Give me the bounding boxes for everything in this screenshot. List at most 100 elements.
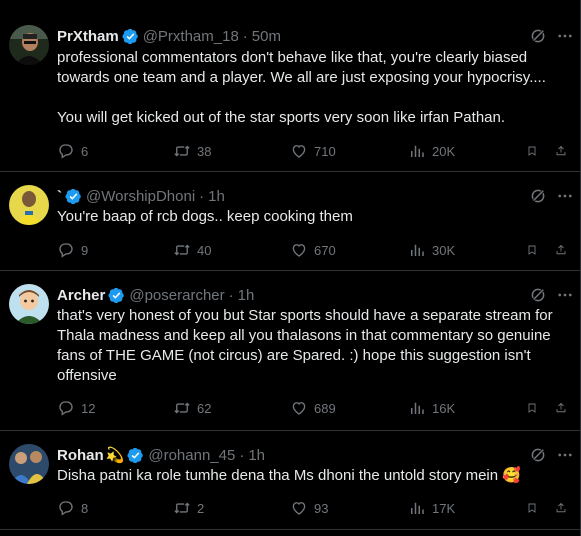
repost-count: 38 [197, 143, 212, 159]
share-button[interactable] [555, 240, 573, 260]
view-count: 17K [432, 500, 456, 516]
reply-count: 6 [81, 143, 89, 159]
action-bar: 12 62 689 16K [57, 398, 577, 418]
more-icon[interactable] [556, 27, 574, 45]
action-bar: 9 40 670 30K [57, 240, 577, 260]
views-button[interactable]: 20K [408, 141, 455, 161]
repost-button[interactable]: 2 [173, 498, 204, 518]
repost-button[interactable]: 38 [173, 141, 211, 161]
like-icon [290, 142, 308, 160]
grok-icon[interactable] [529, 187, 547, 205]
reply-icon [57, 499, 75, 517]
tweet-text: professional commentators don't behave l… [57, 49, 546, 126]
like-icon [290, 241, 308, 259]
reply-button[interactable]: 9 [57, 240, 88, 260]
view-count: 30K [432, 242, 456, 258]
tweet-2[interactable]: ` @WorshipDhoni · 1h You're baap of rcb … [0, 172, 580, 271]
tweet-3[interactable]: Archer @poserarcher · 1h that's very hon… [0, 271, 580, 431]
repost-button[interactable]: 40 [173, 240, 211, 260]
timestamp[interactable]: 1h [208, 188, 225, 205]
verified-badge-icon [122, 28, 139, 45]
bookmark-button[interactable] [526, 398, 544, 418]
repost-icon [173, 499, 191, 517]
avatar[interactable] [9, 25, 49, 65]
repost-icon [173, 142, 191, 160]
tweet-text: You're baap of rcb dogs.. keep cooking t… [57, 208, 353, 225]
views-button[interactable]: 30K [408, 240, 455, 260]
handle[interactable]: @poserarcher [129, 287, 224, 304]
display-name[interactable]: ` [57, 188, 62, 205]
timestamp[interactable]: 50m [252, 28, 281, 45]
like-button[interactable]: 689 [290, 398, 336, 418]
like-button[interactable]: 670 [290, 240, 336, 260]
like-count: 93 [314, 500, 329, 516]
repost-button[interactable]: 62 [173, 398, 211, 418]
more-icon[interactable] [556, 286, 574, 304]
avatar-photo-icon [9, 185, 49, 225]
share-icon [555, 142, 567, 160]
separator-dot: · [199, 187, 205, 205]
avatar[interactable] [9, 185, 49, 225]
like-icon [290, 499, 308, 517]
share-icon [555, 241, 567, 259]
reply-button[interactable]: 12 [57, 398, 95, 418]
bookmark-icon [526, 241, 538, 259]
like-button[interactable]: 93 [290, 498, 328, 518]
separator-dot: · [228, 286, 234, 304]
views-icon [408, 142, 426, 160]
avatar[interactable] [9, 284, 49, 324]
timestamp[interactable]: 1h [238, 287, 255, 304]
reply-button[interactable]: 6 [57, 141, 88, 161]
reply-icon [57, 142, 75, 160]
view-count: 16K [432, 400, 456, 416]
share-button[interactable] [555, 141, 573, 161]
handle[interactable]: @rohann_45 [148, 447, 235, 464]
grok-icon[interactable] [529, 286, 547, 304]
avatar-photo-icon [9, 444, 49, 484]
reply-icon [57, 241, 75, 259]
more-icon[interactable] [556, 187, 574, 205]
views-button[interactable]: 16K [408, 398, 455, 418]
views-icon [408, 399, 426, 417]
display-name[interactable]: Rohan [57, 447, 104, 464]
like-button[interactable]: 710 [290, 141, 336, 161]
bookmark-icon [526, 142, 538, 160]
tweet-header: Rohan 💫 @rohann_45 · 1h [57, 444, 265, 466]
reply-count: 9 [81, 242, 89, 258]
tweet-4[interactable]: Rohan 💫 @rohann_45 · 1h Disha patni ka r… [0, 431, 580, 530]
avatar[interactable] [9, 444, 49, 484]
like-count: 710 [314, 143, 336, 159]
views-icon [408, 499, 426, 517]
share-button[interactable] [555, 398, 573, 418]
repost-icon [173, 399, 191, 417]
views-button[interactable]: 17K [408, 498, 455, 518]
separator-dot: · [242, 27, 248, 45]
grok-icon[interactable] [529, 27, 547, 45]
handle[interactable]: @WorshipDhoni [86, 188, 195, 205]
display-name[interactable]: PrXtham [57, 28, 119, 45]
timestamp[interactable]: 1h [248, 447, 265, 464]
tweet-1[interactable]: PrXtham @Prxtham_18 · 50m professional c… [0, 0, 580, 172]
bookmark-button[interactable] [526, 141, 544, 161]
avatar-photo-icon [9, 25, 49, 65]
view-count: 20K [432, 143, 456, 159]
reply-count: 8 [81, 500, 89, 516]
reply-button[interactable]: 8 [57, 498, 88, 518]
tweet-text: that's very honest of you but Star sport… [57, 307, 557, 384]
grok-icon[interactable] [529, 446, 547, 464]
action-bar: 8 2 93 17K [57, 498, 577, 518]
like-count: 689 [314, 400, 336, 416]
more-icon[interactable] [556, 446, 574, 464]
handle[interactable]: @Prxtham_18 [143, 28, 239, 45]
tweet-text: Disha patni ka role tumhe dena tha Ms dh… [57, 467, 521, 484]
separator-dot: · [239, 446, 245, 464]
verified-badge-icon [108, 287, 125, 304]
share-icon [555, 499, 567, 517]
bookmark-button[interactable] [526, 498, 544, 518]
bookmark-button[interactable] [526, 240, 544, 260]
share-icon [555, 399, 567, 417]
share-button[interactable] [555, 498, 573, 518]
display-name[interactable]: Archer [57, 287, 105, 304]
bookmark-icon [526, 499, 538, 517]
like-icon [290, 399, 308, 417]
